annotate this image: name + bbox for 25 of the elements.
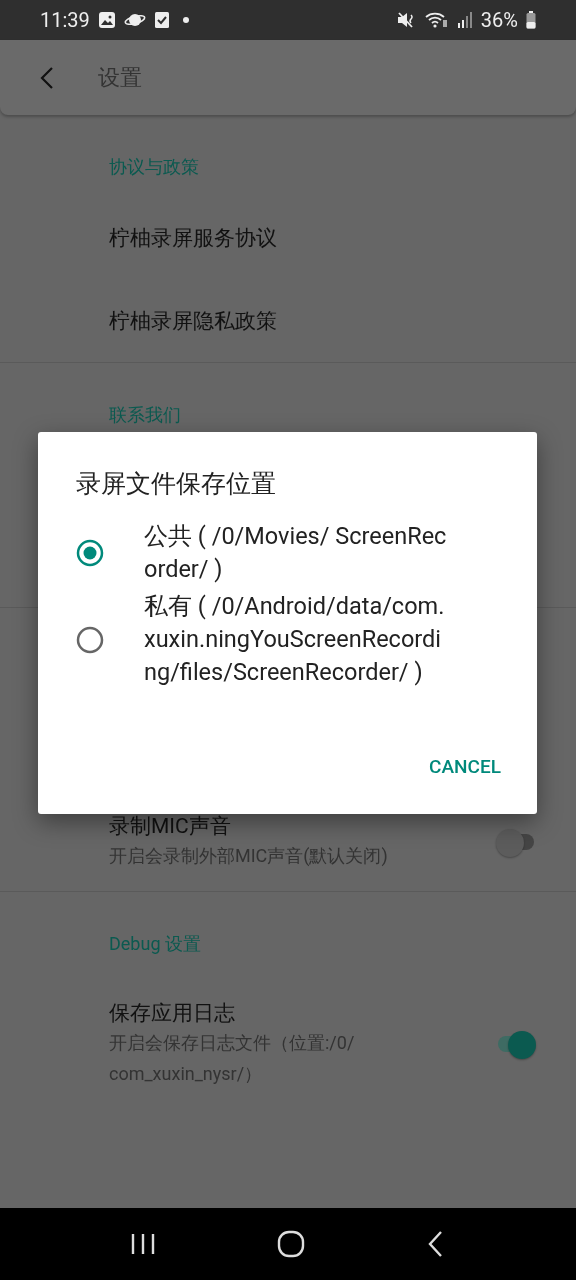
- recent-apps-icon[interactable]: [130, 1232, 157, 1256]
- radio-button[interactable]: [76, 539, 104, 567]
- radio-button[interactable]: [76, 625, 104, 654]
- section-header: Debug 设置: [109, 933, 201, 954]
- settings-item[interactable]: 柠柚录屏服务协议: [0, 196, 576, 279]
- cancel-button[interactable]: CANCEL: [429, 749, 501, 784]
- toggle-switch[interactable]: [496, 1032, 536, 1056]
- wifi-icon: [424, 11, 449, 29]
- planet-icon: [123, 11, 146, 29]
- image-icon: [97, 11, 116, 29]
- settings-item[interactable]: 柠柚录屏隐私政策: [0, 279, 576, 362]
- setting-title: 录制MIC声音: [109, 813, 232, 840]
- signal-icon: [456, 11, 473, 29]
- checkbox-icon: [153, 11, 170, 29]
- section-header: 协议与政策: [109, 156, 199, 177]
- section-header: 联系我们: [109, 404, 181, 425]
- dialog-title: 录屏文件保存位置: [76, 468, 277, 500]
- option-label[interactable]: 公共 ( /0/Movies/ ScreenRecorder/ ): [144, 520, 450, 586]
- battery-percent: 36%: [480, 8, 518, 32]
- home-icon[interactable]: [277, 1230, 305, 1258]
- option-label[interactable]: 私有 ( /0/Android/data/com.xuxin.ningYouScreenRecording/files/ScreenRecorder/ ): [144, 590, 450, 689]
- battery-icon: [526, 11, 536, 29]
- setting-title: 保存应用日志: [109, 1000, 236, 1027]
- clock: 11:39: [40, 8, 90, 32]
- toggle-switch[interactable]: [496, 829, 536, 854]
